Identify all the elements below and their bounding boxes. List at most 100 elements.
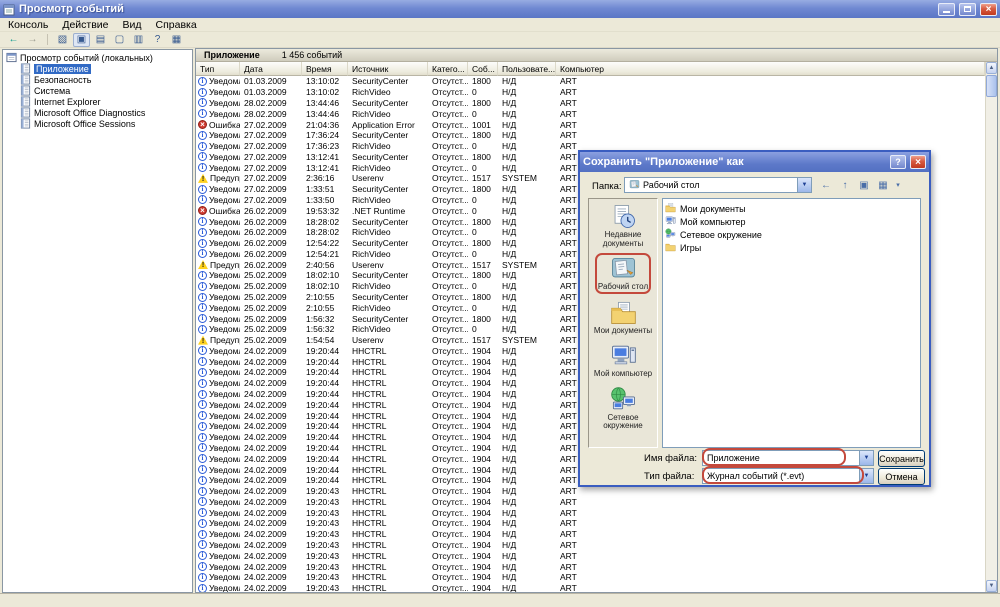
file-list-item[interactable]: Мой компьютер bbox=[665, 215, 918, 228]
new-folder-icon[interactable]: ▣ bbox=[856, 177, 872, 193]
save-button[interactable]: Сохранить bbox=[878, 450, 925, 467]
tree-item[interactable]: Microsoft Office Sessions bbox=[3, 118, 192, 129]
table-cell: 19:20:44 bbox=[306, 389, 340, 400]
info-icon bbox=[198, 475, 207, 485]
views-caret-icon[interactable]: ▾ bbox=[894, 177, 902, 193]
help-icon[interactable]: ? bbox=[149, 33, 166, 47]
table-cell: HHCTRL bbox=[352, 464, 387, 475]
table-row[interactable]: Уведомл... 27.02.2009 17:36:24 SecurityCent… bbox=[196, 130, 985, 141]
column-header-cell[interactable]: Источник bbox=[348, 62, 428, 76]
close-button[interactable]: × bbox=[980, 2, 997, 16]
table-row[interactable]: Уведомл... 24.02.2009 19:20:43 HHCTRL Отсутс… bbox=[196, 572, 985, 583]
menu-item[interactable]: Справка bbox=[149, 18, 204, 31]
table-row[interactable]: Уведомл... 24.02.2009 19:20:43 HHCTRL Отсутс… bbox=[196, 561, 985, 572]
event-type-label: Уведомл... bbox=[209, 550, 240, 561]
table-cell: SecurityCenter bbox=[352, 313, 409, 324]
dialog-titlebar[interactable]: Сохранить "Приложение" как ? × bbox=[580, 152, 929, 172]
place-my-documents[interactable]: Мои документы bbox=[589, 299, 657, 336]
event-type-cell: Уведомл... bbox=[196, 400, 240, 410]
place-desktop[interactable]: Рабочий стол bbox=[589, 253, 657, 294]
show-tree-icon[interactable]: ▧ bbox=[54, 33, 71, 47]
scroll-up-icon[interactable]: ▲ bbox=[986, 62, 997, 74]
table-row[interactable]: Уведомл... 24.02.2009 19:20:43 HHCTRL Отсутс… bbox=[196, 507, 985, 518]
table-row[interactable]: Уведомл... 01.03.2009 13:10:02 RichVideo Отс… bbox=[196, 87, 985, 98]
menu-item[interactable]: Действие bbox=[55, 18, 115, 31]
event-type-cell: Уведомл... bbox=[196, 87, 240, 97]
file-list-item[interactable]: Игры bbox=[665, 241, 918, 254]
cancel-button[interactable]: Отмена bbox=[878, 468, 925, 485]
scroll-down-icon[interactable]: ▼ bbox=[986, 580, 997, 592]
up-level-icon[interactable]: ↑ bbox=[837, 177, 853, 193]
table-cell: 24.02.2009 bbox=[244, 529, 287, 540]
place-my-computer[interactable]: Мой компьютер bbox=[589, 342, 657, 379]
tree-item[interactable]: Microsoft Office Diagnostics bbox=[3, 107, 192, 118]
place-network[interactable]: Сетевое окружение bbox=[589, 386, 657, 431]
column-header-cell[interactable]: Дата bbox=[240, 62, 302, 76]
info-icon bbox=[198, 389, 207, 399]
scroll-thumb[interactable] bbox=[986, 75, 997, 97]
table-row[interactable]: Уведомл... 24.02.2009 19:20:43 HHCTRL Отсутс… bbox=[196, 583, 985, 592]
export-list-icon[interactable]: ▥ bbox=[130, 33, 147, 47]
dialog-help-button[interactable]: ? bbox=[890, 155, 906, 169]
column-header-cell[interactable]: Время bbox=[302, 62, 348, 76]
table-cell: Н/Д bbox=[502, 97, 517, 108]
table-cell: Н/Д bbox=[502, 216, 517, 227]
table-cell: 1800 bbox=[472, 313, 491, 324]
menu-item[interactable]: Консоль bbox=[1, 18, 55, 31]
table-row[interactable]: Уведомл... 24.02.2009 19:20:43 HHCTRL Отсутс… bbox=[196, 518, 985, 529]
table-row[interactable]: Уведомл... 28.02.2009 13:44:46 SecurityCent… bbox=[196, 98, 985, 109]
minimize-button[interactable] bbox=[938, 2, 955, 16]
tree-item[interactable]: Безопасность bbox=[3, 74, 192, 85]
table-cell: 19:20:44 bbox=[306, 410, 340, 421]
scroll-track[interactable] bbox=[986, 98, 997, 580]
tree-root-item[interactable]: Просмотр событий (локальных) bbox=[3, 52, 192, 63]
back-icon[interactable]: ← bbox=[5, 33, 22, 47]
filename-dropdown-icon[interactable]: ▼ bbox=[859, 451, 873, 465]
table-row[interactable]: Уведомл... 24.02.2009 19:20:43 HHCTRL Отсутс… bbox=[196, 550, 985, 561]
menu-item[interactable]: Вид bbox=[116, 18, 149, 31]
file-list-item[interactable]: Сетевое окружение bbox=[665, 228, 918, 241]
properties-icon[interactable]: ▤ bbox=[92, 33, 109, 47]
filetype-dropdown-icon[interactable]: ▼ bbox=[859, 469, 873, 483]
column-header-cell[interactable]: Соб... bbox=[468, 62, 498, 76]
tree-item[interactable]: Internet Explorer bbox=[3, 96, 192, 107]
folder-combobox[interactable]: Рабочий стол ▼ bbox=[624, 177, 812, 193]
folder-combobox-value: Рабочий стол bbox=[643, 180, 700, 190]
table-row[interactable]: Уведомл... 24.02.2009 19:20:43 HHCTRL Отсутс… bbox=[196, 529, 985, 540]
filename-combobox[interactable]: Приложение ▼ bbox=[702, 450, 874, 466]
back-folder-icon[interactable]: ← bbox=[818, 177, 834, 193]
tree-item[interactable]: Приложение bbox=[3, 63, 192, 74]
column-header-cell[interactable]: Катего... bbox=[428, 62, 468, 76]
tree-item[interactable]: Система bbox=[3, 85, 192, 96]
table-cell: SecurityCenter bbox=[352, 270, 409, 281]
table-cell: 19:20:44 bbox=[306, 453, 340, 464]
table-row[interactable]: Уведомл... 24.02.2009 19:20:43 HHCTRL Отсутс… bbox=[196, 486, 985, 497]
file-list-item[interactable]: Мои документы bbox=[665, 202, 918, 215]
window-titlebar[interactable]: Просмотр событий × bbox=[0, 0, 1000, 18]
table-row[interactable]: Уведомл... 24.02.2009 19:20:43 HHCTRL Отсутс… bbox=[196, 540, 985, 551]
filetype-label: Тип файла: bbox=[644, 471, 695, 482]
table-cell: 1800 bbox=[472, 184, 491, 195]
table-row[interactable]: Уведомл... 01.03.2009 13:10:02 SecurityCent… bbox=[196, 76, 985, 87]
column-header-cell[interactable]: Пользовате... bbox=[498, 62, 556, 76]
column-header-cell[interactable]: Компьютер bbox=[556, 62, 985, 76]
restore-button[interactable] bbox=[959, 2, 976, 16]
dialog-close-button[interactable]: × bbox=[910, 155, 926, 169]
table-row[interactable]: Ошибка 27.02.2009 21:04:36 Application Erro… bbox=[196, 119, 985, 130]
views-icon[interactable]: ▦ bbox=[875, 177, 891, 193]
page-icon[interactable]: ▢ bbox=[111, 33, 128, 47]
table-cell: Отсутст... bbox=[432, 108, 468, 119]
folder-dropdown-icon[interactable]: ▼ bbox=[797, 178, 811, 192]
forward-icon[interactable]: → bbox=[24, 33, 41, 47]
table-row[interactable]: Уведомл... 24.02.2009 19:20:43 HHCTRL Отсутс… bbox=[196, 496, 985, 507]
place-label: Мои документы bbox=[593, 325, 653, 335]
place-recent-documents[interactable]: Недавние документы bbox=[589, 203, 657, 248]
table-cell: 27.02.2009 bbox=[244, 184, 287, 195]
filetype-combobox[interactable]: Журнал событий (*.evt) ▼ bbox=[702, 468, 874, 484]
vertical-scrollbar[interactable]: ▲ ▼ bbox=[985, 62, 997, 592]
table-cell: Н/Д bbox=[502, 130, 517, 141]
grid-icon[interactable]: ▦ bbox=[168, 33, 185, 47]
console-window-icon[interactable]: ▣ bbox=[73, 32, 90, 47]
table-row[interactable]: Уведомл... 28.02.2009 13:44:46 RichVideo Отс… bbox=[196, 108, 985, 119]
column-header-cell[interactable]: Тип bbox=[196, 62, 240, 76]
